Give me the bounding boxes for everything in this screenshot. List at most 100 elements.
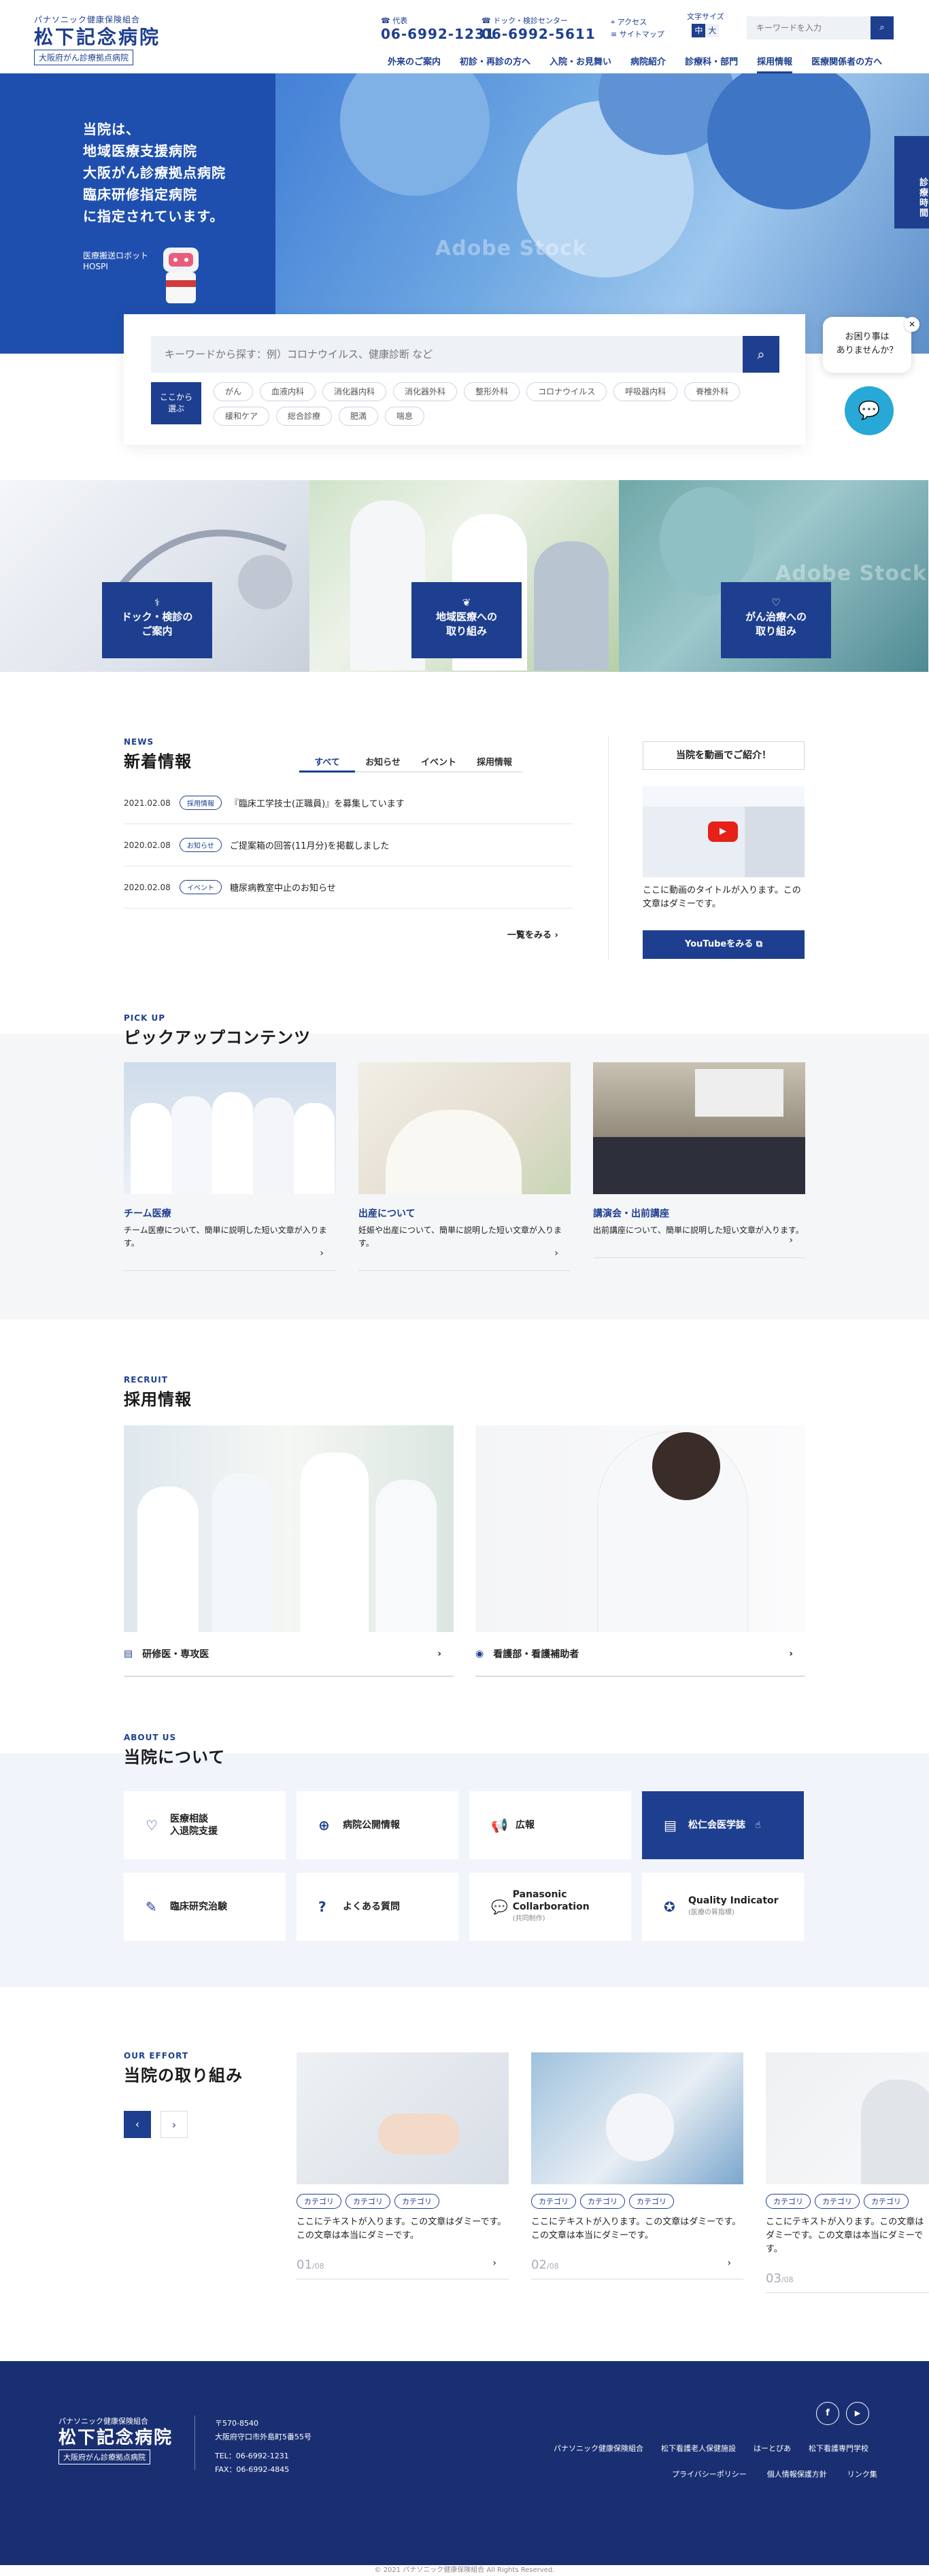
facebook-icon[interactable]: f [816,2402,839,2425]
main-phone-number: 06-6992-1231 [381,26,495,42]
nav-inpatient[interactable]: 入院・お見舞い [540,54,621,72]
banner-checkup[interactable]: ⚕ ドック・検診の ご案内 [0,480,309,672]
news-row[interactable]: 2020.02.08 イベント 糖尿病教室中止のお知らせ [124,866,573,909]
nav-first-visit[interactable]: 初診・再診の方へ [450,54,540,72]
keyword-search-button[interactable]: ⌕ [743,336,779,373]
category-tag[interactable]: カテゴリ [864,2194,909,2209]
heart-hand-icon: ♡ [146,1817,158,1833]
effort-card[interactable]: カテゴリ カテゴリ カテゴリ ここにテキストが入ります。この文章はダミーです。この文… [297,2052,509,2280]
footer-link[interactable]: はーとぴあ [754,2443,791,2454]
dock-phone[interactable]: ☎ ドック・検診センター 06-6992-5611 [482,15,596,42]
hero-line: 大阪がん診療拠点病院 [83,165,226,181]
footer-link[interactable]: リンク集 [847,2469,877,2479]
pickup-card-text: 出前講座について、簡単に説明した短い文章が入ります。 [593,1225,804,1235]
main-phone[interactable]: ☎ 代表 06-6992-1231 [381,15,495,42]
sitemap-link[interactable]: ≡ サイトマップ [611,29,664,39]
footer-link[interactable]: パナソニック健康保険組合 [554,2443,643,2454]
header-search-input[interactable] [747,16,871,39]
about-pr[interactable]: 📢 広報 [469,1791,631,1859]
help-line: ありませんか？ [836,345,898,356]
site-logo[interactable]: パナソニック健康保険組合 松下記念病院 大阪府がん診療拠点病院 [34,14,161,65]
slider-next-button[interactable]: › [161,2111,188,2138]
nav-outpatient[interactable]: 外来のご案内 [378,54,450,72]
keyword-tag[interactable]: 消化器外科 [393,382,458,401]
category-tag[interactable]: カテゴリ [531,2194,576,2209]
youtube-icon[interactable]: ▶ [846,2402,869,2425]
pickup-card-lecture[interactable]: 講演会・出前講座 出前講座について、簡単に説明した短い文章が入ります。 › [593,1062,805,1258]
keyword-tag[interactable]: 消化器内科 [322,382,387,401]
footer-link[interactable]: 個人情報保護方針 [767,2469,827,2479]
font-size-large[interactable]: 大 [705,24,720,37]
category-tag[interactable]: カテゴリ [394,2194,439,2209]
footer-link[interactable]: 松下看護専門学校 [809,2443,868,2454]
access-link[interactable]: ⌖ アクセス [611,16,647,27]
about-clinical-research[interactable]: ✎ 臨床研究治験 [124,1873,286,1941]
effort-total: /08 [781,2275,794,2284]
pickup-card-title: 講演会・出前講座 [593,1208,669,1219]
keyword-tag[interactable]: 整形外科 [464,382,520,401]
effort-counter: 03/08 [766,2271,929,2293]
news-more-link[interactable]: 一覧をみる › [507,928,558,940]
keyword-tag[interactable]: 緩和ケア [214,407,270,426]
pickup-card-team[interactable]: チーム医療 チーム医療について、簡単に説明した短い文章が入ります。 › [124,1062,336,1271]
nav-about-hospital[interactable]: 病院紹介 [621,54,675,72]
keyword-tag[interactable]: 喘息 [385,407,425,426]
banner-community[interactable]: ❦ 地域医療への 取り組み [309,480,619,672]
keyword-search-panel: ⌕ ここから 選ぶ がん 血液内科 消化器内科 消化器外科 整形外科 コロナウイ… [124,314,805,445]
header-search-button[interactable]: ⌕ [871,16,894,39]
slider-prev-button[interactable]: ‹ [124,2111,151,2138]
font-size-medium[interactable]: 中 [692,24,706,37]
keyword-tag[interactable]: 血液内科 [260,382,316,401]
recruit-card-residents[interactable]: ▤ 研修医・専攻医 › [124,1425,454,1677]
video-thumbnail[interactable]: ▶ [643,786,805,877]
about-label: 松仁会医学誌 [688,1820,745,1831]
banner-cancer[interactable]: Adobe Stock ♡ がん治療への 取り組み [619,480,928,672]
about-public-info[interactable]: ⊕ 病院公開情報 [297,1791,458,1859]
youtube-button[interactable]: YouTubeをみる ⧉ [643,930,805,959]
category-tag[interactable]: カテゴリ [629,2194,674,2209]
about-journal[interactable]: ▤ 松仁会医学誌 ☝ [642,1791,804,1859]
keyword-tags: がん 血液内科 消化器内科 消化器外科 整形外科 コロナウイルス 呼吸器内科 脊… [214,382,771,426]
effort-text: ここにテキストが入ります。この文章はダミーです。この文章は本当にダミーです。 [766,2217,924,2254]
nav-medical-professionals[interactable]: 医療関係者の方へ [802,54,892,72]
news-row[interactable]: 2021.02.08 採用情報 『臨床工学技士(正職員)』を募集しています [124,782,573,824]
tab-all[interactable]: すべて [299,752,355,773]
about-consultation[interactable]: ♡ 医療相談 入退院支援 [124,1791,286,1859]
keyword-tag[interactable]: コロナウイルス [526,382,607,401]
category-tag[interactable]: カテゴリ [580,2194,625,2209]
category-tag[interactable]: カテゴリ [297,2194,341,2209]
nav-departments[interactable]: 診療科・部門 [675,54,747,72]
tab-event[interactable]: イベント [411,752,467,773]
pickup-card-birth[interactable]: 出産について 妊娠や出産について、簡単に説明した短い文章が入ります。 › [358,1062,571,1271]
consultation-hours-tab[interactable]: 診療時間 [894,136,929,228]
chevron-right-icon: › [437,1648,441,1659]
footer-link[interactable]: 松下看護老人保健施設 [661,2443,736,2454]
category-tag[interactable]: カテゴリ [815,2194,860,2209]
tab-recruit[interactable]: 採用情報 [467,752,522,773]
effort-card[interactable]: カテゴリ カテゴリ カテゴリ ここにテキストが入ります。この文章はダミーです。この文… [531,2052,743,2280]
keyword-tag[interactable]: 総合診療 [276,407,333,426]
effort-card[interactable]: カテゴリ カテゴリ カテゴリ ここにテキストが入ります。この文章はダミーです。この文… [766,2052,929,2293]
about-collaboration[interactable]: 💬 Panasonic Collarboration (共同制作) [469,1873,631,1941]
chat-button[interactable]: 💬 [845,386,894,435]
keyword-tag[interactable]: 脊椎外科 [684,382,741,401]
recruit-card-nursing[interactable]: ◉ 看護部・看護補助者 › [475,1425,805,1677]
about-quality-indicator[interactable]: ✪ Quality Indicator (医療の質指標) [642,1873,804,1941]
about-faq[interactable]: ? よくある質問 [297,1873,458,1941]
keyword-tag[interactable]: 呼吸器内科 [613,382,678,401]
nav-recruit[interactable]: 採用情報 [747,54,802,73]
play-icon[interactable]: ▶ [708,821,738,842]
keyword-tag[interactable]: がん [214,382,254,401]
news-row[interactable]: 2020.02.08 お知らせ ご提案箱の回答(11月分)を掲載しました [124,824,573,866]
keyword-search-input[interactable] [151,336,743,373]
category-tag[interactable]: カテゴリ [766,2194,811,2209]
tab-notice[interactable]: お知らせ [355,752,411,773]
pickup-image [593,1062,805,1194]
keyword-tag[interactable]: 肥満 [339,407,379,426]
close-icon[interactable]: ✕ [905,317,919,332]
footer-link[interactable]: プライバシーポリシー [672,2469,747,2479]
footer-logo[interactable]: パナソニック健康保険組合 松下記念病院 大阪府がん診療拠点病院 [58,2416,173,2464]
chevron-right-icon: › [171,2118,177,2131]
category-tag[interactable]: カテゴリ [345,2194,390,2209]
pickup-image [358,1062,571,1194]
